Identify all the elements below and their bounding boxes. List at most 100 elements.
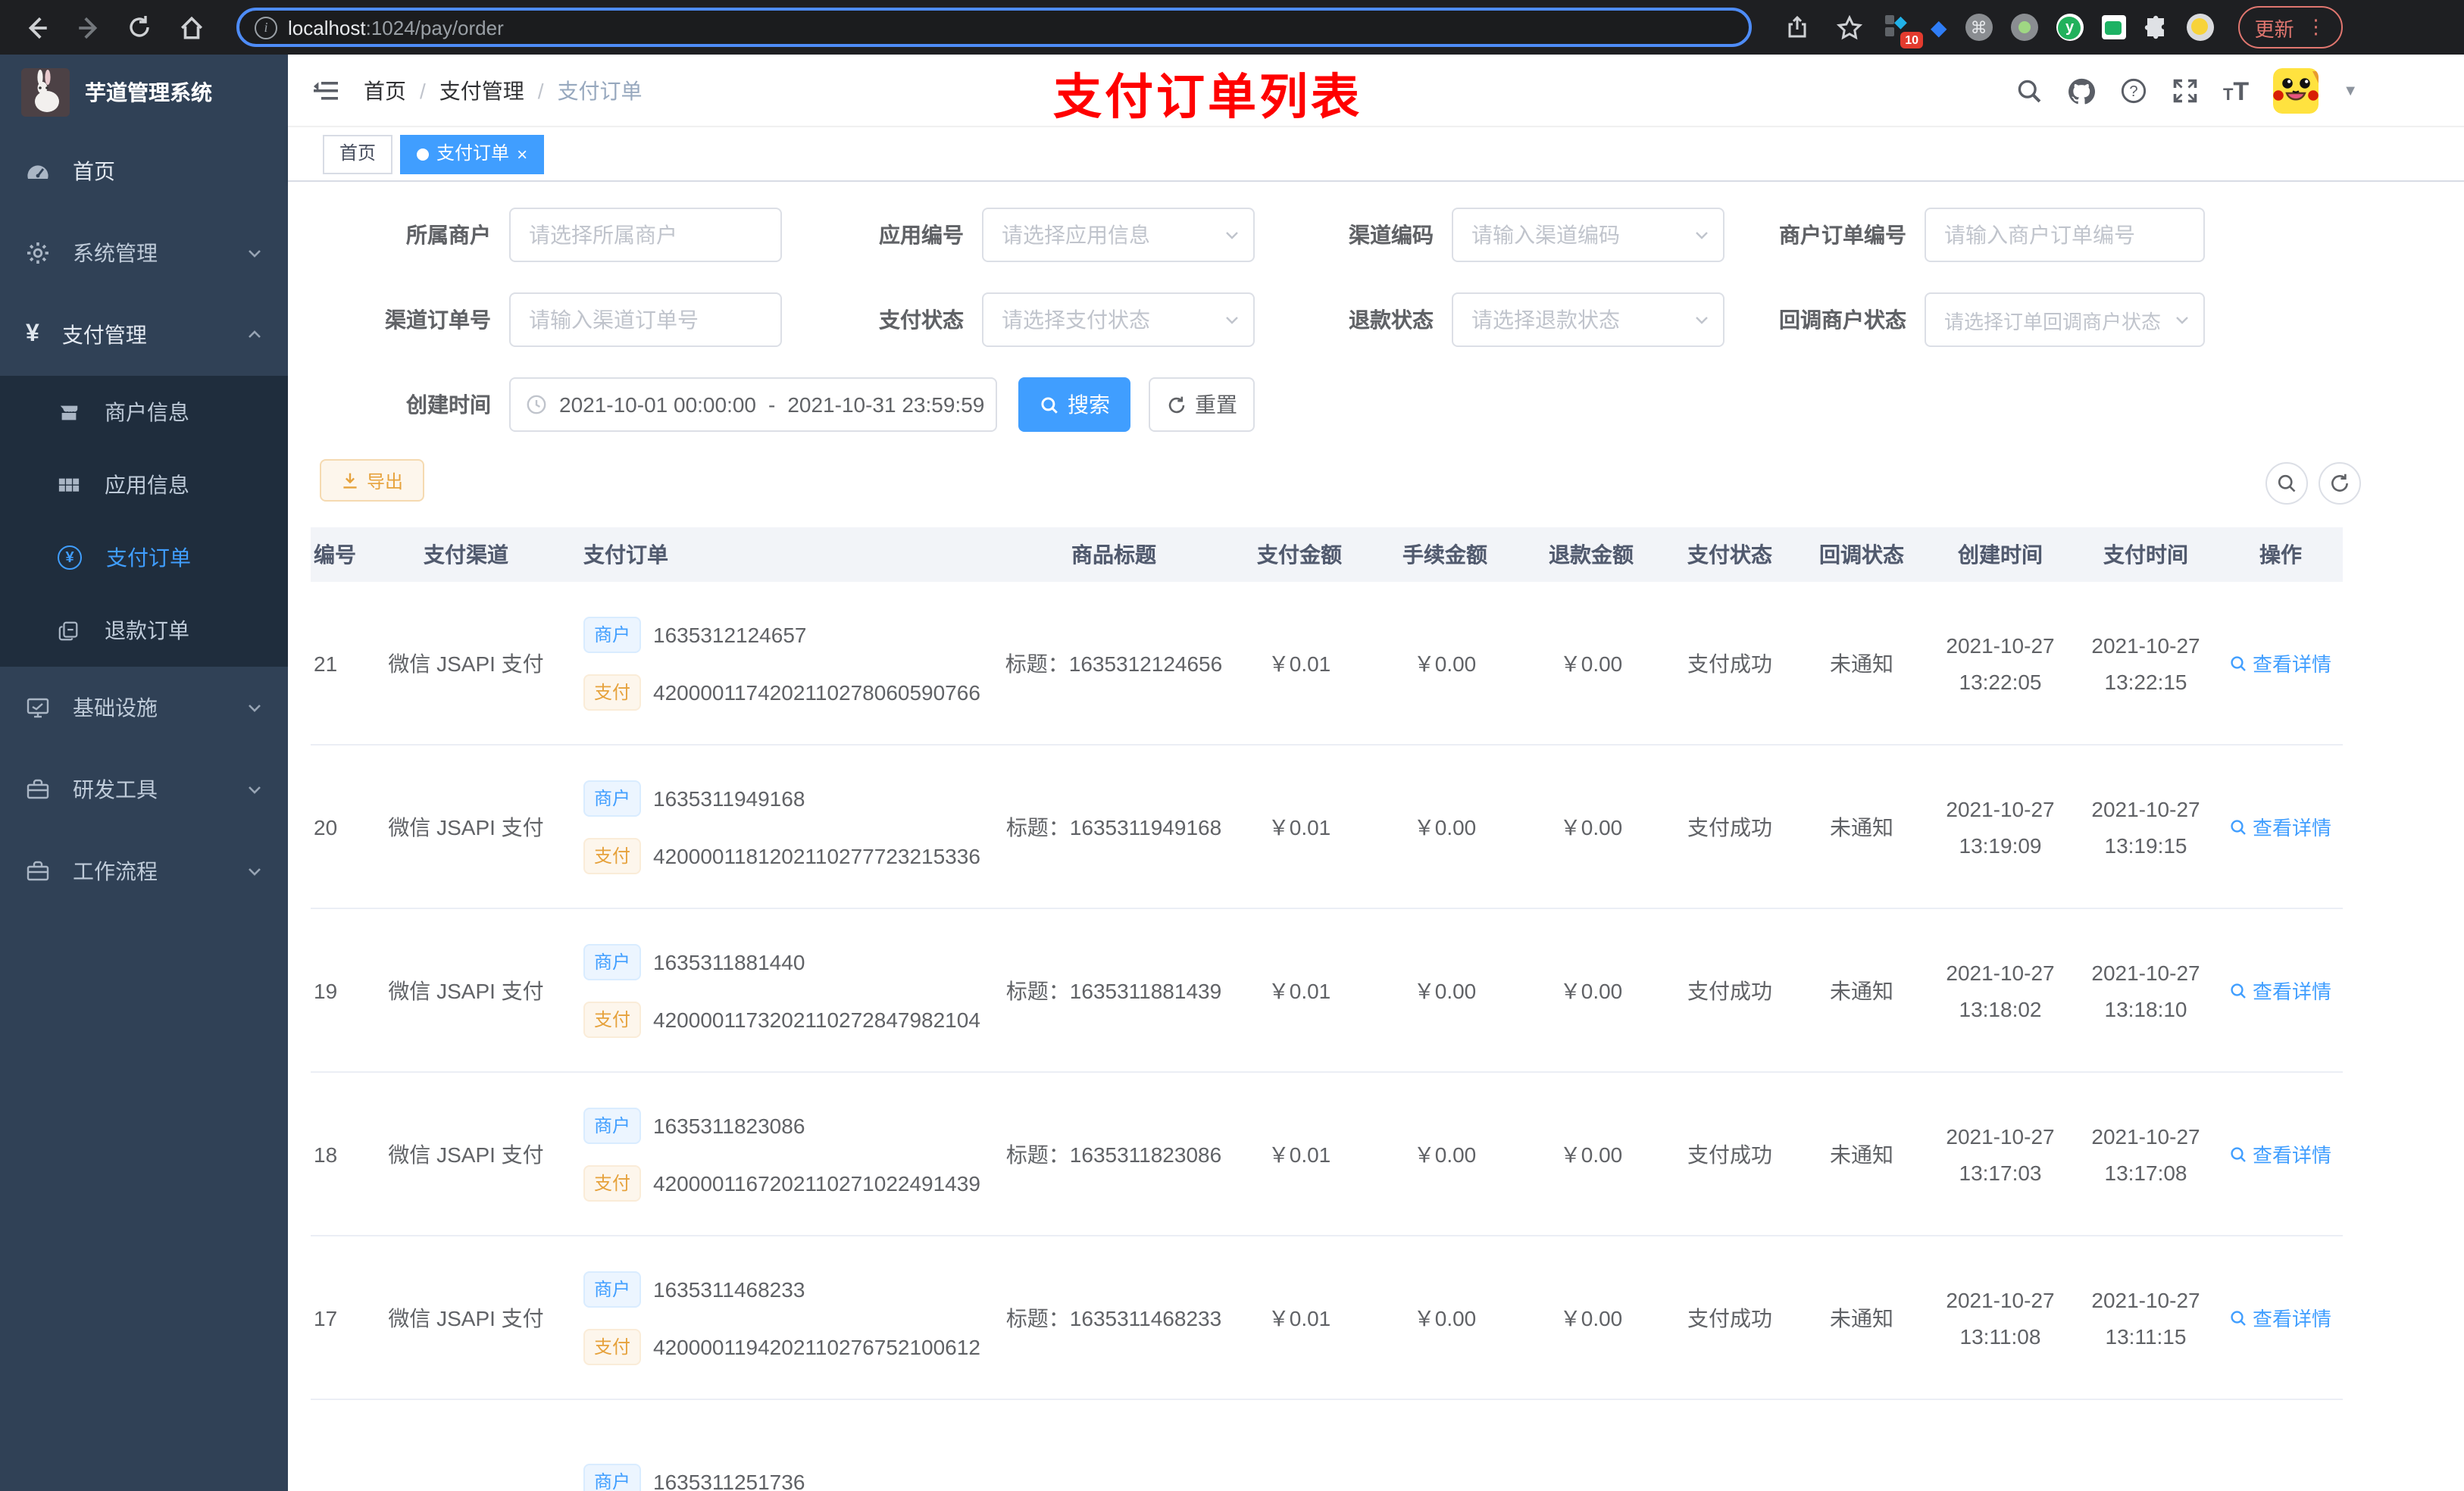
fee-amount: ￥0.00 (1413, 651, 1477, 675)
merchant-tag: 商户 (583, 780, 642, 816)
browser-update-button[interactable]: 更新 ⋮ (2237, 6, 2343, 48)
extension-dot-icon[interactable] (2010, 14, 2038, 41)
home-icon[interactable] (170, 6, 212, 48)
notify-status: 未通知 (1830, 1142, 1893, 1166)
merchant-order-no: 1635311881440 (653, 949, 805, 974)
field-label: 应用编号 (879, 223, 964, 247)
paid-time: 2021-10-27 13:22:15 (2091, 633, 2200, 693)
extension-y-icon[interactable]: y (2056, 14, 2084, 41)
tab-home[interactable]: 首页 (323, 134, 393, 173)
callback-status-select[interactable]: 请选择订单回调商户状态 (1925, 292, 2205, 347)
merchant-order-no: 1635311251736 (653, 1469, 805, 1491)
view-detail-link[interactable]: 查看详情 (2230, 812, 2331, 841)
pay-status: 支付成功 (1687, 814, 1772, 839)
documents-icon (58, 619, 80, 642)
sidebar-item-app-info[interactable]: 应用信息 (0, 449, 288, 521)
font-size-icon[interactable]: TT (2223, 78, 2249, 104)
user-avatar[interactable] (2273, 68, 2319, 114)
sidebar-item-merchant-info[interactable]: 商户信息 (0, 376, 288, 449)
select-placeholder: 请选择订单回调商户状态 (1944, 310, 2162, 333)
sidebar-item-label: 工作流程 (73, 859, 158, 883)
link-label: 查看详情 (2252, 1144, 2331, 1167)
breadcrumb-home[interactable]: 首页 (364, 75, 406, 105)
export-button[interactable]: 导出 (320, 459, 424, 502)
app-logo-row[interactable]: 芋道管理系统 (0, 55, 288, 130)
view-detail-link[interactable]: 查看详情 (2230, 1139, 2331, 1168)
forward-icon[interactable] (67, 6, 109, 48)
extensions-puzzle-icon[interactable] (2144, 15, 2169, 39)
merchant-order-no: 1635311949168 (653, 786, 805, 810)
storefront-icon (58, 401, 80, 424)
sidebar-item-payment[interactable]: ¥ 支付管理 (0, 294, 288, 376)
extension-diamond-icon[interactable]: ◆ 10 (1885, 14, 1923, 48)
order-id: 18 (314, 1142, 338, 1166)
reload-icon[interactable] (118, 6, 161, 48)
browser-window: i localhost:1024/pay/order ◆ 10 ◆ ⌘ y 更新 (0, 0, 2464, 1491)
field-label: 创建时间 (406, 392, 491, 417)
sidebar-item-label: 首页 (73, 159, 115, 183)
extension-chat-icon[interactable] (2101, 15, 2126, 39)
sidebar-item-infra[interactable]: 基础设施 (0, 667, 288, 749)
view-detail-link[interactable]: 查看详情 (2230, 649, 2331, 677)
refresh-icon (1166, 395, 1186, 414)
filter-created-time: 创建时间 2021-10-01 00:00:00 - 2021-10-31 23… (288, 377, 997, 432)
view-detail-link[interactable]: 查看详情 (2230, 1303, 2331, 1332)
sidebar-item-label: 商户信息 (105, 400, 189, 424)
order-id: 17 (314, 1305, 338, 1330)
channel-pay-no: 4200001173202110272847982104 (653, 1007, 980, 1031)
field-label: 退款状态 (1349, 308, 1434, 332)
address-bar[interactable]: i localhost:1024/pay/order (236, 8, 1752, 47)
help-icon[interactable]: ? (2120, 77, 2147, 105)
sidebar-item-workflow[interactable]: 工作流程 (0, 830, 288, 912)
tab-label: 首页 (339, 142, 377, 164)
view-detail-link[interactable]: 查看详情 (2230, 976, 2331, 1005)
sidebar-item-devtools[interactable]: 研发工具 (0, 749, 288, 830)
sidebar-item-label: 支付管理 (61, 323, 147, 347)
github-icon[interactable] (2067, 77, 2096, 105)
actions-cell: 查看详情 (2219, 1139, 2343, 1168)
sidebar: 芋道管理系统 首页 系统管理 ¥ 支付管理 商户信息 应用信息 ¥ 支付订单 退… (0, 55, 288, 1491)
col-refund: 退款金额 (1549, 542, 1634, 567)
sidebar-item-label: 应用信息 (105, 473, 189, 497)
browser-menu-icon[interactable]: ⋮ (2306, 15, 2326, 39)
date-range-picker[interactable]: 2021-10-01 00:00:00 - 2021-10-31 23:59:5… (509, 377, 997, 432)
sidebar-item-pay-order[interactable]: ¥ 支付订单 (0, 521, 288, 594)
search-icon[interactable] (2015, 77, 2043, 105)
link-label: 查看详情 (2252, 653, 2331, 676)
tab-pay-order[interactable]: 支付订单 × (400, 134, 545, 173)
refund-amount: ￥0.00 (1559, 978, 1623, 1002)
avatar-caret-icon[interactable]: ▼ (2343, 83, 2358, 99)
breadcrumb-section[interactable]: 支付管理 (439, 75, 524, 105)
toolbox-icon (26, 859, 50, 883)
extension-emoji-icon[interactable] (2186, 14, 2214, 41)
fullscreen-icon[interactable] (2172, 77, 2199, 105)
site-info-icon[interactable]: i (255, 16, 277, 39)
sidebar-item-system[interactable]: 系统管理 (0, 212, 288, 294)
extension-kite-icon[interactable]: ◆ (1931, 14, 1947, 40)
created-time: 2021-10-27 13:11:08 (1946, 1287, 2055, 1348)
back-icon[interactable] (15, 6, 58, 48)
monitor-icon (26, 695, 50, 720)
sidebar-item-home[interactable]: 首页 (0, 130, 288, 212)
search-button[interactable]: 搜索 (1018, 377, 1130, 432)
bookmark-star-icon[interactable] (1828, 6, 1870, 48)
extension-badge: 10 (1900, 32, 1923, 48)
merchant-order-input[interactable] (1925, 208, 2205, 262)
sidebar-item-refund-order[interactable]: 退款订单 (0, 594, 288, 667)
col-channel: 支付渠道 (424, 542, 508, 567)
chevron-up-icon (245, 326, 264, 344)
share-icon[interactable] (1776, 6, 1818, 48)
refresh-table-button[interactable] (2319, 462, 2361, 505)
sidebar-collapse-icon[interactable] (312, 78, 339, 102)
breadcrumb: 首页 / 支付管理 / 支付订单 (364, 75, 643, 105)
actions-cell: 查看详情 (2219, 976, 2343, 1005)
chevron-down-icon (245, 699, 264, 717)
toggle-search-button[interactable] (2265, 462, 2308, 505)
fee-amount: ￥0.00 (1413, 1305, 1477, 1330)
extension-command-icon[interactable]: ⌘ (1965, 14, 1993, 41)
close-icon[interactable]: × (517, 145, 527, 163)
date-separator: - (768, 392, 776, 417)
reset-button[interactable]: 重置 (1149, 377, 1255, 432)
paid-time: 2021-10-27 13:18:10 (2091, 960, 2200, 1021)
app-title: 芋道管理系统 (85, 80, 212, 105)
